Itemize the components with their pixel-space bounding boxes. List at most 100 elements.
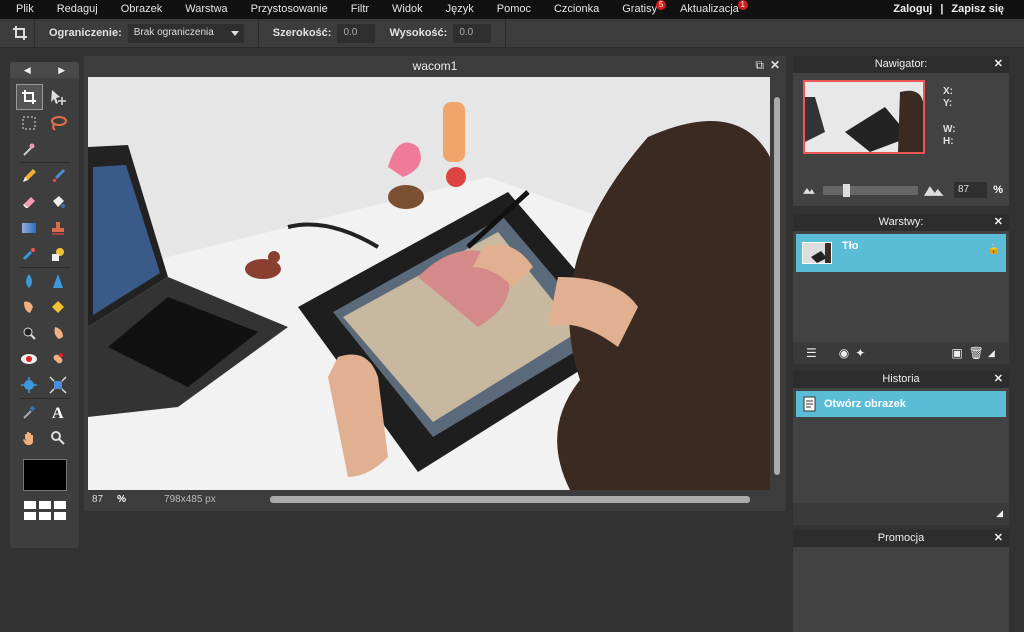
color-replace-icon[interactable] xyxy=(16,241,43,267)
document-window: wacom1 ⧉ ✕ 87 % 798x485 px xyxy=(84,56,786,511)
history-item[interactable]: Otwórz obrazek xyxy=(796,391,1006,417)
resize-icon[interactable]: ◢ xyxy=(996,508,1003,519)
smudge-icon[interactable] xyxy=(16,294,43,320)
menu-filtr[interactable]: Filtr xyxy=(336,0,377,19)
menu-widok[interactable]: Widok xyxy=(377,0,431,19)
trash-icon[interactable]: 🗑 xyxy=(969,346,984,360)
login-link[interactable]: Zaloguj xyxy=(893,0,932,19)
crop-tool-icon[interactable] xyxy=(15,84,43,110)
magic-wand-icon[interactable] xyxy=(16,136,43,162)
height-field[interactable]: 0.0 xyxy=(453,23,492,43)
image-dimensions: 798x485 px xyxy=(164,493,216,505)
vertical-scrollbar[interactable] xyxy=(772,77,782,490)
close-icon[interactable]: ✕ xyxy=(994,371,1003,388)
constraint-select[interactable]: Brak ograniczenia xyxy=(127,23,244,43)
close-icon[interactable]: ✕ xyxy=(770,59,780,72)
pinch-icon[interactable] xyxy=(45,372,72,398)
marquee-tool-icon[interactable] xyxy=(16,110,43,136)
tools-next-icon[interactable]: ▶ xyxy=(58,65,65,76)
crop-icon xyxy=(5,18,35,48)
eraser-icon[interactable] xyxy=(16,189,43,215)
menu-obrazek[interactable]: Obrazek xyxy=(106,0,171,19)
zoom-input[interactable]: 87 xyxy=(953,182,988,198)
horizontal-scrollbar-thumb[interactable] xyxy=(270,496,750,503)
zoom-out-icon[interactable] xyxy=(803,186,815,194)
menu-gratisy[interactable]: Gratisy 5 xyxy=(607,0,667,19)
spot-heal-icon[interactable] xyxy=(45,346,72,372)
close-icon[interactable]: ✕ xyxy=(994,214,1003,231)
restore-icon[interactable]: ⧉ xyxy=(755,59,764,72)
close-icon[interactable]: ✕ xyxy=(994,530,1003,547)
menu-warstwa[interactable]: Warstwa xyxy=(170,0,235,19)
zoom-percent-label: % xyxy=(993,184,1004,196)
resize-icon[interactable]: ◢ xyxy=(988,348,995,359)
document-title-bar[interactable]: wacom1 ⧉ ✕ xyxy=(84,56,786,76)
grid-cell xyxy=(23,512,36,520)
width-field[interactable]: 0.0 xyxy=(337,23,376,43)
navigator-panel: Nawigator: ✕ X: Y: W: H: 87 % xyxy=(793,56,1009,206)
menu-bar: Plik Redaguj Obrazek Warstwa Przystosowa… xyxy=(0,0,1024,19)
menu-czcionka[interactable]: Czcionka xyxy=(539,0,607,19)
options-bar: Ograniczenie: Brak ograniczenia Szerokoś… xyxy=(0,18,1024,48)
bucket-icon[interactable] xyxy=(45,189,72,215)
zoom-value[interactable]: 87 xyxy=(92,494,103,505)
menu-jezyk[interactable]: Język xyxy=(431,0,482,19)
tools-grid: A xyxy=(10,78,79,451)
red-eye-icon[interactable] xyxy=(16,346,43,372)
pencil-icon[interactable] xyxy=(16,163,43,189)
layout-grid-icon[interactable] xyxy=(23,501,66,520)
promo-header: Promocja ✕ xyxy=(793,530,1009,547)
tools-prev-icon[interactable]: ◀ xyxy=(24,65,31,76)
vertical-scrollbar-thumb[interactable] xyxy=(774,97,780,475)
burn-icon[interactable] xyxy=(45,320,72,346)
zoom-slider[interactable] xyxy=(822,183,919,197)
shape-icon[interactable] xyxy=(45,241,72,267)
lock-icon[interactable]: 🔒 xyxy=(988,244,1000,255)
grid-cell xyxy=(53,512,66,520)
gradient-icon[interactable] xyxy=(16,215,43,241)
close-icon[interactable]: ✕ xyxy=(994,56,1003,73)
hand-icon[interactable] xyxy=(16,425,43,451)
dodge-icon[interactable] xyxy=(16,320,43,346)
menu-pomoc[interactable]: Pomoc xyxy=(482,0,539,19)
image-canvas[interactable] xyxy=(88,77,770,490)
register-link[interactable]: Zapisz się xyxy=(951,0,1004,19)
zoom-icon[interactable] xyxy=(45,425,72,451)
text-tool-icon[interactable]: A xyxy=(45,399,72,425)
zoom-unit: % xyxy=(117,493,127,505)
navigator-title: Nawigator: xyxy=(874,58,928,70)
color-picker-icon[interactable] xyxy=(16,399,43,425)
grid-cell xyxy=(53,501,66,509)
move-tool-icon[interactable] xyxy=(45,84,72,110)
empty-tool-slot xyxy=(45,136,72,162)
layer-row[interactable]: Tło 🔒 xyxy=(796,234,1006,272)
primary-color-swatch[interactable] xyxy=(22,459,67,491)
history-footer: ◢ xyxy=(793,503,1009,525)
sponge-icon[interactable] xyxy=(45,294,72,320)
blur-icon[interactable] xyxy=(16,268,43,294)
bloat-icon[interactable] xyxy=(16,372,43,398)
menu-przystosowanie[interactable]: Przystosowanie xyxy=(236,0,336,19)
tools-panel: ◀ ▶ A xyxy=(10,62,79,548)
aktualizacja-badge: 1 xyxy=(737,0,748,10)
menu-plik[interactable]: Plik xyxy=(0,0,42,19)
navigator-thumbnail[interactable] xyxy=(803,80,925,154)
horizontal-scrollbar[interactable] xyxy=(260,495,765,503)
lasso-tool-icon[interactable] xyxy=(45,110,72,136)
account-links: Zaloguj | Zapisz się xyxy=(893,0,1004,19)
menu-redaguj[interactable]: Redaguj xyxy=(42,0,106,19)
grid-cell xyxy=(38,512,51,520)
sharpen-icon[interactable] xyxy=(45,268,72,294)
layer-effects-icon[interactable]: ✦ xyxy=(855,346,865,360)
menu-aktualizacja[interactable]: Aktualizacja 1 xyxy=(665,0,748,19)
zoom-in-icon[interactable] xyxy=(924,184,944,196)
promo-title: Promocja xyxy=(877,532,925,544)
new-layer-icon[interactable]: ▣ xyxy=(951,346,962,360)
brush-icon[interactable] xyxy=(45,163,72,189)
layer-mask-icon[interactable]: ◉ xyxy=(839,346,849,360)
zoom-slider-knob[interactable] xyxy=(842,183,850,197)
layer-settings-icon[interactable]: ☰ xyxy=(806,346,817,360)
stamp-icon[interactable] xyxy=(45,215,72,241)
promo-panel: Promocja ✕ xyxy=(793,530,1009,632)
svg-text:A: A xyxy=(52,405,64,420)
